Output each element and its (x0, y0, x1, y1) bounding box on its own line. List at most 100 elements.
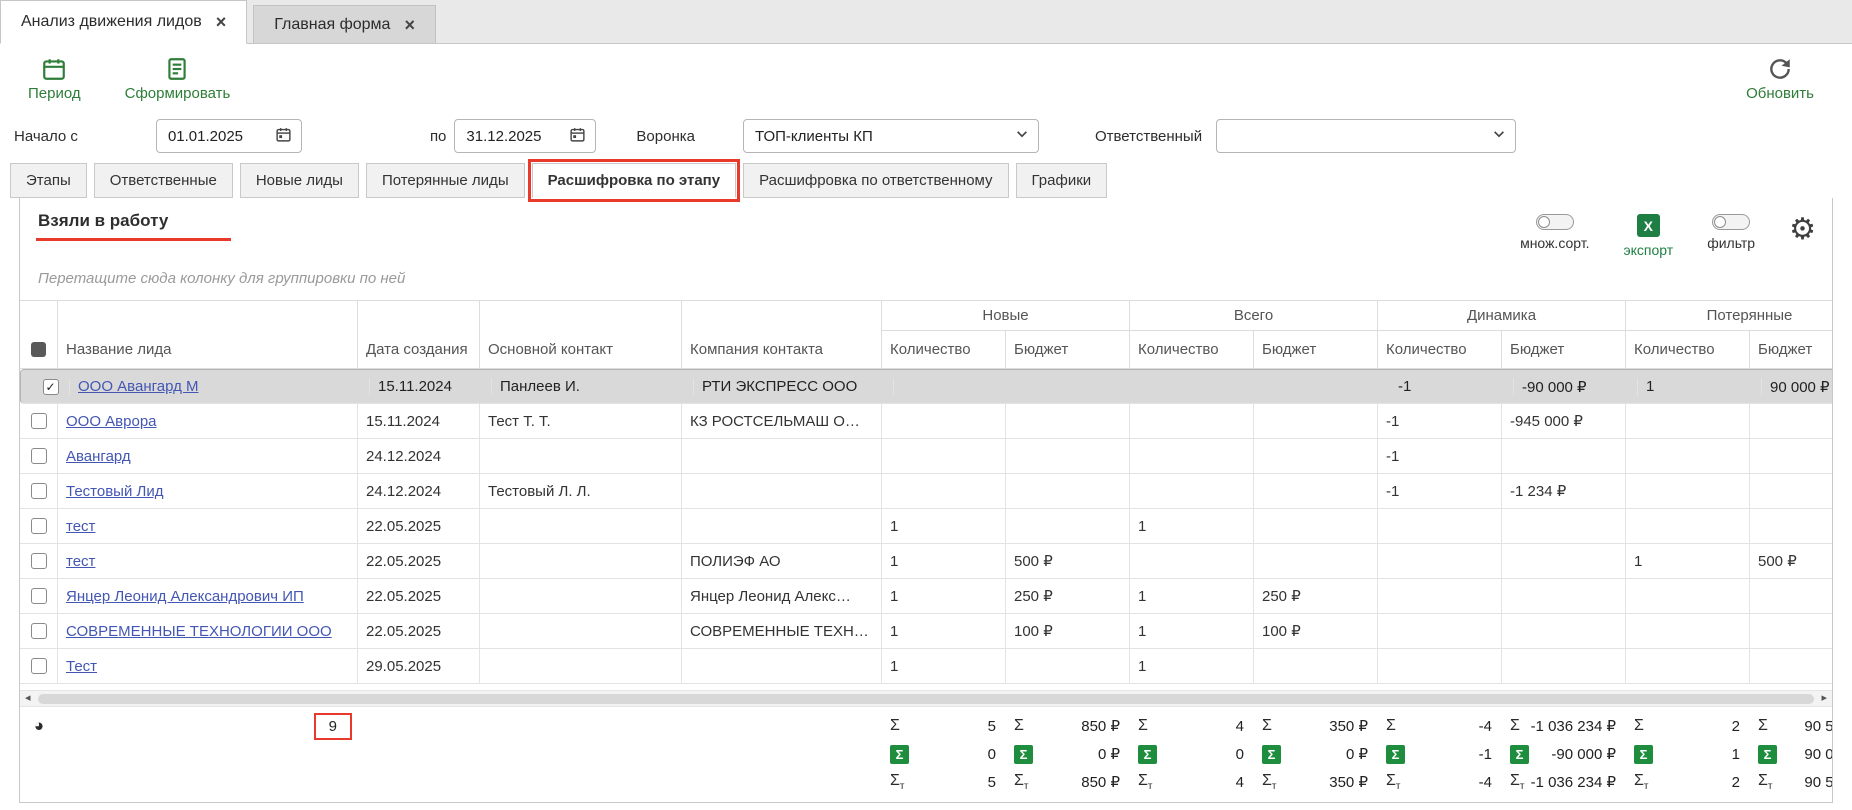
row-checkbox[interactable] (31, 518, 47, 534)
generate-button[interactable]: Сформировать (125, 56, 231, 102)
row-checkbox[interactable]: ✓ (43, 379, 59, 395)
calendar-picker-icon[interactable] (569, 126, 586, 147)
annotation-underline (36, 238, 231, 241)
cell-d-qty (1378, 579, 1502, 613)
sum-selected-icon: Σ (1758, 745, 1777, 764)
settings-gear-icon[interactable]: ⚙ (1789, 215, 1816, 245)
tab-grafiki[interactable]: Графики (1016, 163, 1108, 198)
scroll-right-icon[interactable]: ▸ (1821, 693, 1827, 704)
tab-rasshifrovka-po-etapu[interactable]: Расшифровка по этапу (532, 163, 736, 198)
lead-link[interactable]: Янцер Леонид Александрович ИП (66, 588, 304, 605)
column-header-t-bud[interactable]: Бюджет (1254, 331, 1378, 368)
column-header-n-bud[interactable]: Бюджет (1006, 331, 1130, 368)
table-row[interactable]: тест22.05.202511 (20, 509, 1832, 544)
table-row[interactable]: ✓ООО Авангард М15.11.2024Панлеев И.РТИ Э… (20, 369, 1832, 404)
footer-col-n-bud: Σ850 ₽Σ0 ₽Σт850 ₽ (1006, 712, 1130, 796)
column-header-d-bud[interactable]: Бюджет (1502, 331, 1626, 368)
row-checkbox[interactable] (31, 483, 47, 499)
multisort-control[interactable]: множ.сорт. (1520, 214, 1589, 251)
row-checkbox[interactable] (31, 588, 47, 604)
row-checkbox[interactable] (31, 413, 47, 429)
row-checkbox[interactable] (31, 553, 47, 569)
table-row[interactable]: Авангард24.12.2024-1 (20, 439, 1832, 474)
sum-value: 2 (1650, 718, 1740, 735)
filter-toggle[interactable] (1712, 214, 1750, 230)
column-header-d-qty[interactable]: Количество (1378, 331, 1502, 368)
lead-link[interactable]: ООО Аврора (66, 413, 157, 430)
table-row[interactable]: Тестовый Лид24.12.2024Тестовый Л. Л.-1-1… (20, 474, 1832, 509)
close-icon[interactable]: × (404, 16, 415, 34)
scrollbar-thumb[interactable] (38, 694, 1814, 704)
refresh-button[interactable]: Обновить (1746, 56, 1814, 102)
period-button[interactable]: Период (28, 56, 81, 102)
tab-poteryannye-lidy[interactable]: Потерянные лиды (366, 163, 525, 198)
multisort-toggle[interactable] (1536, 214, 1574, 230)
window-tab-main-form[interactable]: Главная форма × (253, 5, 436, 43)
sum-selected-icon: Σ (1262, 745, 1281, 764)
window-tab-bar: Анализ движения лидов × Главная форма × (0, 0, 1852, 44)
horizontal-scrollbar[interactable]: ◂ ▸ (20, 690, 1832, 707)
sum-line: Σ-1 036 234 ₽ (1502, 712, 1626, 740)
table-row[interactable]: Янцер Леонид Александрович ИП22.05.2025Я… (20, 579, 1832, 614)
start-date-input[interactable]: 01.01.2025 (156, 119, 302, 153)
sum-line: Σт5 (882, 768, 1006, 796)
end-date-input[interactable]: 31.12.2025 (454, 119, 596, 153)
table-wrap: Название лида Дата создания Основной кон… (20, 300, 1832, 684)
row-checkbox[interactable] (31, 448, 47, 464)
lead-link[interactable]: СОВРЕМЕННЫЕ ТЕХНОЛОГИИ ООО (66, 623, 332, 640)
responsible-select[interactable] (1216, 119, 1516, 153)
row-checkbox[interactable] (31, 623, 47, 639)
cell-date: 22.05.2025 (358, 614, 480, 648)
select-all-checkbox[interactable] (20, 301, 58, 368)
cell-date: 29.05.2025 (358, 649, 480, 683)
column-header-l-bud[interactable]: Бюджет (1750, 331, 1832, 368)
cell-l-qty (1626, 439, 1750, 473)
cell-name: СОВРЕМЕННЫЕ ТЕХНОЛОГИИ ООО (58, 614, 358, 648)
calendar-picker-icon[interactable] (275, 126, 292, 147)
cell-n-qty: 1 (882, 509, 1006, 543)
sum-value: 350 ₽ (1282, 773, 1368, 791)
sum-total-icon: Σт (890, 772, 904, 792)
filter-control[interactable]: фильтр (1707, 214, 1755, 251)
column-header-contact[interactable]: Основной контакт (480, 301, 682, 368)
funnel-select[interactable]: ТОП-клиенты КП (743, 119, 1039, 153)
footer-col-n-qty: Σ5Σ0Σт5 (882, 712, 1006, 796)
tab-otvetstvennye[interactable]: Ответственные (94, 163, 233, 198)
table-row[interactable]: ООО Аврора15.11.2024Тест Т. Т.КЗ РОСТСЕЛ… (20, 404, 1832, 439)
tab-rasshifrovka-po-otvetstvennomu[interactable]: Расшифровка по ответственному (743, 163, 1008, 198)
table-row[interactable]: тест22.05.2025ПОЛИЭФ АО1500 ₽1500 ₽ (20, 544, 1832, 579)
sum-value: 5 (906, 718, 996, 735)
lead-link[interactable]: тест (66, 518, 95, 535)
lead-link[interactable]: Авангард (66, 448, 131, 465)
sum-icon: Σ (1014, 717, 1024, 735)
lead-link[interactable]: Тестовый Лид (66, 483, 163, 500)
cell-n-bud (1006, 474, 1130, 508)
data-table: Название лида Дата создания Основной кон… (20, 300, 1832, 684)
tab-etapy[interactable]: Этапы (10, 163, 87, 198)
close-icon[interactable]: × (216, 13, 227, 31)
lead-link[interactable]: Тест (66, 658, 97, 675)
column-header-name[interactable]: Название лида (58, 301, 358, 368)
window-tab-lead-analysis[interactable]: Анализ движения лидов × (0, 0, 247, 44)
column-header-l-qty[interactable]: Количество (1626, 331, 1750, 368)
table-row[interactable]: СОВРЕМЕННЫЕ ТЕХНОЛОГИИ ООО22.05.2025СОВР… (20, 614, 1832, 649)
column-header-n-qty[interactable]: Количество (882, 331, 1006, 368)
row-checkbox[interactable] (31, 658, 47, 674)
lead-link[interactable]: ООО Авангард М (78, 378, 199, 395)
cell-t-bud (1254, 474, 1378, 508)
table-row[interactable]: Тест29.05.202511 (20, 649, 1832, 684)
sum-line: Σт350 ₽ (1254, 768, 1378, 796)
column-header-date[interactable]: Дата создания (358, 301, 480, 368)
lead-link[interactable]: тест (66, 553, 95, 570)
column-header-t-qty[interactable]: Количество (1130, 331, 1254, 368)
group-drop-zone[interactable]: Перетащите сюда колонку для группировки … (20, 258, 1832, 300)
sum-value: 90 000 ₽ (1783, 745, 1833, 763)
column-header-company[interactable]: Компания контакта (682, 301, 882, 368)
tab-novye-lidy[interactable]: Новые лиды (240, 163, 359, 198)
export-button[interactable]: X экспорт (1624, 214, 1674, 258)
end-date-value: 31.12.2025 (466, 128, 541, 145)
cell-l-bud (1750, 509, 1832, 543)
sum-total-icon: Σт (1386, 772, 1400, 792)
scroll-left-icon[interactable]: ◂ (25, 693, 31, 704)
cell-t-qty: 1 (1130, 579, 1254, 613)
